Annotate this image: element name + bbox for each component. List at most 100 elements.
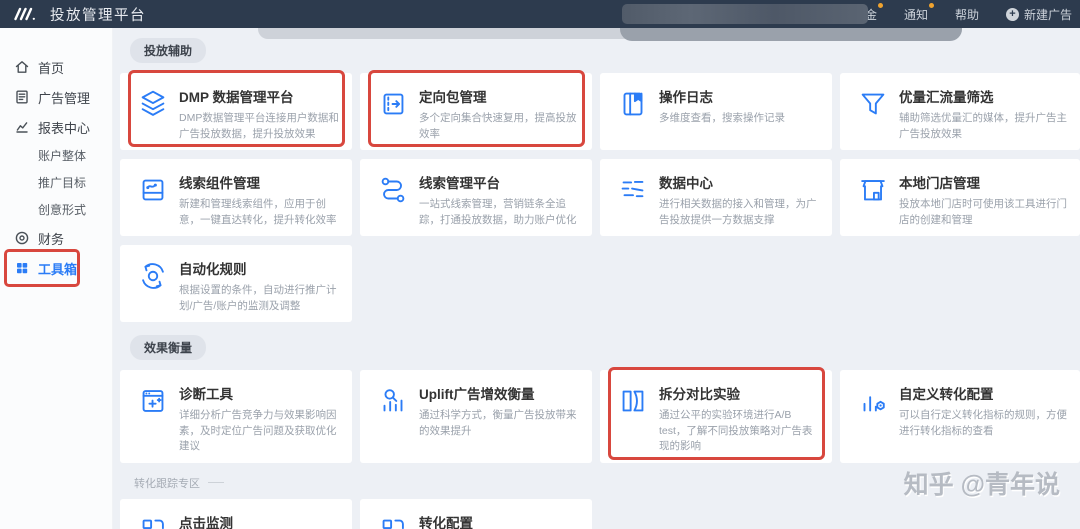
card-grid: 点击监测配置点击监测链接，监测广告点击数据辅助转化效果归因 转化配置配置数据去重逻… (120, 498, 1080, 529)
tool-card-s0-c2[interactable]: 操作日志多维度查看，搜索操作记录 (600, 73, 832, 150)
diagnose-icon (136, 384, 170, 418)
lead-component-icon (136, 173, 170, 207)
card-text: 拆分对比实验通过公平的实验环境进行A/B test，了解不同投放策略对广告表现的… (659, 382, 820, 455)
card-desc: 通过公平的实验环境进行A/B test，了解不同投放策略对广告表现的影响 (659, 409, 813, 452)
dmp-layers-icon (136, 87, 170, 121)
notification-badge-dot (877, 2, 883, 8)
tool-card-s0-c8[interactable]: 自动化规则根据设置的条件，自动进行推广计划/广告/账户的监测及调整 (120, 245, 352, 322)
redacted-smear (620, 27, 962, 41)
card-grid: 诊断工具 详细分析广告竞争力与效果影响因素，及时定位广告问题及获取优化建议 Upli… (120, 367, 1080, 463)
card-title: 线索管理平台 (419, 176, 500, 191)
card-title: 优量汇流量筛选 (899, 90, 994, 105)
sidebar-item-5[interactable]: 创意形式 (0, 196, 112, 223)
sidebar-item-label: 推广目标 (38, 176, 87, 190)
tool-card-s0-c7[interactable]: 本地门店管理 投放本地门店时可使用该工具进行门店的创建和管理 (840, 159, 1080, 236)
card-text: 操作日志多维度查看，搜索操作记录 (659, 85, 785, 142)
sidebar-item-1[interactable]: 广告管理 (0, 82, 112, 112)
main-area: 首页广告管理报表中心账户整体推广目标创意形式财务工具箱 投放辅助 DMP 数据管理… (0, 28, 1080, 529)
card-text: 线索管理平台 一站式线索管理，营销链条全追踪，打通投放数据，助力账户优化 (419, 171, 580, 228)
content-sections: 投放辅助 DMP 数据管理平台 DMP数据管理平台连接用户数据和广告投放数据，提升投… (113, 28, 1080, 529)
card-desc: DMP数据管理平台连接用户数据和广告投放数据，提升投放效果 (179, 112, 339, 140)
uplift-icon (376, 384, 410, 418)
sidebar-item-7[interactable]: 工具箱 (0, 249, 112, 287)
home-icon (14, 59, 30, 75)
section-header: 效果衡量 (130, 335, 207, 360)
card-title: DMP 数据管理平台 (179, 90, 294, 105)
page-title: 投放管理平台 (50, 7, 146, 24)
card-title: 线索组件管理 (179, 176, 260, 191)
sidebar-item-label: 报表中心 (38, 120, 91, 136)
card-desc: 根据设置的条件，自动进行推广计划/广告/账户的监测及调整 (179, 284, 337, 312)
tool-card-s2-c1[interactable]: 转化配置配置数据去重逻辑，获得准确的归因数据 (360, 498, 592, 529)
card-text: 自动化规则根据设置的条件，自动进行推广计划/广告/账户的监测及调整 (179, 257, 340, 314)
card-desc: 多个定向集合快速复用，提高投放效率 (419, 112, 577, 140)
tool-card-s0-c0[interactable]: DMP 数据管理平台 DMP数据管理平台连接用户数据和广告投放数据，提升投放效果 (120, 70, 352, 150)
data-stream-icon (616, 173, 650, 207)
tool-card-s0-c5[interactable]: 线索管理平台 一站式线索管理，营销链条全追踪，打通投放数据，助力账户优化 (360, 159, 592, 236)
card-desc: 多维度查看，搜索操作记录 (659, 112, 785, 124)
store-icon (856, 173, 890, 207)
card-grid: DMP 数据管理平台 DMP数据管理平台连接用户数据和广告投放数据，提升投放效果 定… (120, 70, 1080, 322)
card-text: Uplift广告增效衡量 通过科学方式，衡量广告投放带来的效果提升 (419, 382, 580, 455)
sidebar-item-label: 账户整体 (38, 149, 87, 163)
finance-icon (14, 230, 30, 246)
sidebar-item-label: 工具箱 (38, 261, 78, 277)
sidebar-item-label: 首页 (38, 60, 65, 76)
card-title: 自动化规则 (179, 262, 247, 277)
card-text: 定向包管理多个定向集合快速复用，提高投放效率 (419, 85, 580, 142)
tool-card-s1-c2[interactable]: 拆分对比实验通过公平的实验环境进行A/B test，了解不同投放策略对广告表现的… (600, 367, 832, 463)
card-desc: 通过科学方式，衡量广告投放带来的效果提升 (419, 409, 577, 437)
lead-route-icon (376, 173, 410, 207)
new-ad-button[interactable]: + 新建广告 (1005, 6, 1072, 23)
card-title: 自定义转化配置 (899, 387, 994, 402)
tool-card-s0-c3[interactable]: 优量汇流量筛选辅助筛选优量汇的媒体，提升广告主广告投放效果 (840, 73, 1080, 150)
sidebar-item-2[interactable]: 报表中心 (0, 112, 112, 142)
tool-card-s0-c4[interactable]: 线索组件管理 新建和管理线索组件，应用于创意，一键直达转化，提升转化效率 (120, 159, 352, 236)
sidebar-item-6[interactable]: 财务 (0, 223, 112, 253)
card-title: 本地门店管理 (899, 176, 980, 191)
card-text: 转化配置配置数据去重逻辑，获得准确的归因数据 (419, 511, 580, 529)
card-title: 操作日志 (659, 90, 713, 105)
card-desc: 辅助筛选优量汇的媒体，提升广告主广告投放效果 (899, 112, 1067, 140)
sidebar-item-0[interactable]: 首页 (0, 52, 112, 82)
section-header-label: 转化跟踪专区 (134, 477, 200, 490)
topbar-menu: 资金通知帮助 + 新建广告 (853, 2, 1072, 23)
tool-card-s2-c0[interactable]: 点击监测配置点击监测链接，监测广告点击数据辅助转化效果归因 (120, 498, 352, 529)
section-1: 效果衡量诊断工具 详细分析广告竞争力与效果影响因素，及时定位广告问题及获取优化建议… (120, 335, 1080, 463)
topbar-item-2[interactable]: 帮助 (955, 6, 979, 23)
sidebar-item-3[interactable]: 账户整体 (0, 142, 112, 169)
tool-card-s1-c0[interactable]: 诊断工具 详细分析广告竞争力与效果影响因素，及时定位广告问题及获取优化建议 (120, 370, 352, 463)
topbar-item-1[interactable]: 通知 (903, 2, 934, 23)
tool-card-s1-c1[interactable]: Uplift广告增效衡量 通过科学方式，衡量广告投放带来的效果提升 (360, 370, 592, 463)
sidebar-item-label: 财务 (38, 231, 65, 247)
sidebar-item-4[interactable]: 推广目标 (0, 169, 112, 196)
tool-card-s1-c3[interactable]: 自定义转化配置 可以自行定义转化指标的规则，方便进行转化指标的查看 (840, 370, 1080, 463)
tool-card-s0-c1[interactable]: 定向包管理多个定向集合快速复用，提高投放效率 (360, 70, 592, 150)
card-text: 自定义转化配置 可以自行定义转化指标的规则，方便进行转化指标的查看 (899, 382, 1068, 455)
card-title: 转化配置 (419, 515, 473, 529)
card-title: 拆分对比实验 (659, 387, 740, 402)
card-text: 点击监测配置点击监测链接，监测广告点击数据辅助转化效果归因 (179, 511, 340, 529)
card-text: 本地门店管理 投放本地门店时可使用该工具进行门店的创建和管理 (899, 171, 1068, 228)
card-desc: 进行相关数据的接入和管理，为广告投放提供一方数据支撑 (659, 198, 817, 226)
funnel-icon (856, 87, 890, 121)
report-icon (14, 119, 30, 135)
section-divider-line (208, 482, 224, 483)
topbar: 投放管理平台 资金通知帮助 + 新建广告 (0, 0, 1080, 28)
topbar-item-label: 通知 (903, 7, 928, 22)
targeting-package-icon (376, 87, 410, 121)
split-test-icon (616, 384, 650, 418)
card-title: 定向包管理 (419, 90, 487, 105)
card-text: 诊断工具 详细分析广告竞争力与效果影响因素，及时定位广告问题及获取优化建议 (179, 382, 340, 455)
notification-badge-dot (928, 2, 934, 8)
operation-log-icon (616, 87, 650, 121)
sidebar-item-label: 广告管理 (38, 90, 91, 106)
card-text: 数据中心 进行相关数据的接入和管理，为广告投放提供一方数据支撑 (659, 171, 820, 228)
tool-card-s0-c6[interactable]: 数据中心 进行相关数据的接入和管理，为广告投放提供一方数据支撑 (600, 159, 832, 236)
conversion-config-icon (376, 513, 410, 529)
custom-conversion-icon (856, 384, 890, 418)
sidebar-nav: 首页广告管理报表中心账户整体推广目标创意形式财务工具箱 (0, 28, 113, 529)
section-0: 投放辅助 DMP 数据管理平台 DMP数据管理平台连接用户数据和广告投放数据，提升投… (120, 38, 1080, 322)
plus-icon: + (1005, 7, 1019, 21)
card-title: 点击监测 (179, 515, 233, 529)
